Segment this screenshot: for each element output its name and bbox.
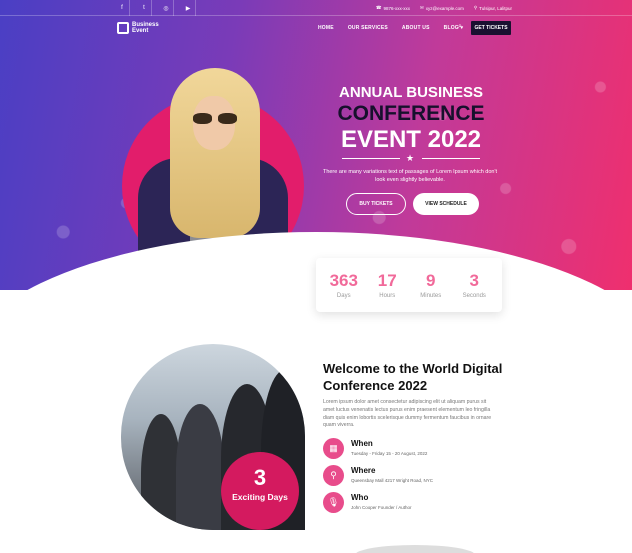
view-schedule-button[interactable]: VIEW SCHEDULE [413, 193, 479, 215]
info-where-title: Where [351, 466, 376, 475]
countdown-hours-value: 17 [377, 271, 397, 290]
about-body: Lorem ipsum dolor amet consectetur adipi… [323, 399, 492, 429]
info-who-detail: John Cooper Founder / Author [351, 505, 412, 510]
speaker-hair [170, 68, 260, 238]
address-text: Tulsipur, Lalitpur [479, 5, 512, 11]
attendee-figure [176, 404, 224, 530]
attendee-figure [141, 414, 181, 530]
contact-phone[interactable]: ☎ 9876-xxx-xxx [376, 5, 410, 11]
get-tickets-button[interactable]: GET TICKETS [471, 21, 511, 35]
countdown-days-value: 363 [329, 271, 358, 290]
star-icon: ★ [406, 153, 415, 163]
about-title: Welcome to the World Digital Conference … [323, 361, 503, 393]
twitter-icon[interactable]: t [137, 0, 152, 16]
divider-line-left [342, 158, 400, 159]
countdown-hours: 17 Hours [367, 271, 407, 299]
phone-text: 9876-xxx-xxx [383, 5, 410, 11]
buy-tickets-button[interactable]: BUY TICKETS [346, 193, 406, 215]
countdown-timer: 363 Days 17 Hours 9 Minutes 3 Seconds [316, 258, 502, 312]
hero-title-line3: EVENT 2022 [340, 126, 482, 153]
hero-description: There are many variations text of passag… [322, 169, 498, 183]
hero-title: ANNUAL BUSINESS CONFERENCE EVENT 2022 [316, 84, 506, 154]
microphone-icon: 🎙 [323, 492, 344, 513]
brand-name: Business Event [132, 22, 159, 34]
countdown-seconds-label: Seconds [462, 293, 486, 299]
countdown-minutes: 9 Minutes [411, 271, 451, 299]
facebook-icon[interactable]: f [115, 0, 130, 16]
nav-item-about[interactable]: ABOUT US [402, 25, 430, 31]
map-pin-icon: ⚲ [473, 5, 478, 10]
next-section-peek [355, 545, 475, 553]
phone-icon: ☎ [375, 5, 382, 10]
divider-line-right [422, 158, 480, 159]
countdown-days-label: Days [336, 293, 351, 299]
hero-title-line2: CONFERENCE [337, 102, 485, 125]
email-text: xyz@example.com [425, 5, 464, 11]
exciting-days-number: 3 [253, 465, 267, 490]
contact-address[interactable]: ⚲ Tulsipur, Lalitpur [474, 5, 512, 11]
info-who: 🎙 Who John Cooper Founder / Author [323, 492, 412, 513]
youtube-icon[interactable]: ▶ [181, 0, 196, 16]
countdown-days: 363 Days [324, 271, 364, 299]
topbar: f t ◎ ▶ ☎ 9876-xxx-xxx ✉ xyz@example.com ⚲… [0, 0, 632, 16]
countdown-hours-label: Hours [379, 293, 396, 299]
nav-item-home[interactable]: HOME [318, 25, 334, 31]
exciting-days-badge: 3 Exciting Days [221, 452, 299, 530]
countdown-seconds: 3 Seconds [454, 271, 494, 299]
mail-icon: ✉ [419, 5, 424, 10]
logo[interactable]: Business Event [117, 22, 160, 34]
info-where-detail: Queensbay Mall 4217 Wright Road, NYC [351, 478, 433, 483]
calendar-icon: ▦ [323, 438, 344, 459]
contact-email[interactable]: ✉ xyz@example.com [420, 5, 464, 11]
hero-section: f t ◎ ▶ ☎ 9876-xxx-xxx ✉ xyz@example.com ⚲… [0, 0, 632, 290]
contact-info: ☎ 9876-xxx-xxx ✉ xyz@example.com ⚲ Tulsipur… [376, 0, 512, 16]
info-where: ⚲ Where Queensbay Mall 4217 Wright Road,… [323, 465, 433, 486]
exciting-days-text: Exciting Days [232, 492, 288, 502]
logo-mark-icon [117, 22, 129, 34]
nav-item-services[interactable]: OUR SERVICES [348, 25, 388, 31]
search-icon[interactable]: ⌕ [458, 23, 462, 31]
hero-title-line1: ANNUAL BUSINESS [339, 84, 483, 101]
hero-divider: ★ [342, 153, 480, 163]
countdown-seconds-value: 3 [469, 271, 479, 290]
info-when-detail: Tuesday - Friday 15 - 20 August, 2022 [351, 451, 428, 456]
info-who-title: Who [351, 493, 369, 502]
instagram-icon[interactable]: ◎ [159, 0, 174, 16]
sunglasses [193, 113, 237, 125]
countdown-minutes-label: Minutes [420, 293, 442, 299]
map-pin-icon: ⚲ [323, 465, 344, 486]
social-links: f t ◎ ▶ [115, 0, 203, 16]
info-when: ▦ When Tuesday - Friday 15 - 20 August, … [323, 438, 427, 459]
info-when-title: When [351, 439, 373, 448]
countdown-minutes-value: 9 [426, 271, 436, 290]
main-nav: HOME OUR SERVICES ABOUT US BLOG ▾ [318, 25, 463, 31]
